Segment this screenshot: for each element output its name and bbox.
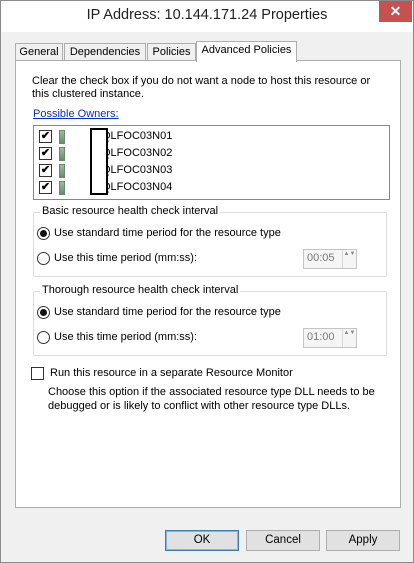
possible-owners-list[interactable]: ✔ -SQLFOC03N01 ✔ -SQLFOC03N02 ✔ -SQLFOC0… xyxy=(33,125,390,200)
cancel-button[interactable]: Cancel xyxy=(246,530,320,551)
basic-time-spinner[interactable]: 00:05 ▲▼ xyxy=(303,249,357,269)
spinner-arrows-icon[interactable]: ▲▼ xyxy=(342,250,356,268)
separate-monitor-description: Choose this option if the associated res… xyxy=(48,386,375,412)
list-item[interactable]: ✔ -SQLFOC03N03 xyxy=(34,162,389,179)
possible-owners-link[interactable]: Possible Owners: xyxy=(33,108,119,120)
owner-checkbox[interactable]: ✔ xyxy=(39,130,52,143)
basic-health-check-group: Basic resource health check interval Use… xyxy=(33,205,387,277)
tab-policies[interactable]: Policies xyxy=(147,43,196,61)
properties-dialog: IP Address: 10.144.171.24 Properties ✕ G… xyxy=(0,0,414,563)
title-bar[interactable]: IP Address: 10.144.171.24 Properties ✕ xyxy=(1,1,413,32)
owner-checkbox[interactable]: ✔ xyxy=(39,147,52,160)
ok-button[interactable]: OK xyxy=(165,530,239,551)
separate-monitor-checkbox[interactable] xyxy=(31,367,44,380)
thorough-standard-label[interactable]: Use standard time period for the resourc… xyxy=(54,306,281,318)
server-node-icon xyxy=(59,130,65,144)
thorough-time-spinner[interactable]: 01:00 ▲▼ xyxy=(303,328,357,348)
thorough-custom-radio[interactable] xyxy=(37,331,50,344)
basic-custom-label[interactable]: Use this time period (mm:ss): xyxy=(54,252,197,264)
thorough-time-value: 01:00 xyxy=(307,331,335,343)
window-title: IP Address: 10.144.171.24 Properties xyxy=(86,7,328,23)
basic-standard-radio[interactable] xyxy=(37,227,50,240)
basic-custom-radio[interactable] xyxy=(37,252,50,265)
tab-advanced-policies[interactable]: Advanced Policies xyxy=(196,41,297,62)
list-item[interactable]: ✔ -SQLFOC03N01 xyxy=(34,128,389,145)
basic-group-title: Basic resource health check interval xyxy=(40,205,221,217)
owners-description: Clear the check box if you do not want a… xyxy=(32,75,371,100)
spinner-arrows-icon[interactable]: ▲▼ xyxy=(342,329,356,347)
basic-time-value: 00:05 xyxy=(307,252,335,264)
radio-selected-dot xyxy=(40,309,47,316)
tab-general[interactable]: General xyxy=(15,43,63,61)
separate-monitor-label[interactable]: Run this resource in a separate Resource… xyxy=(50,367,293,379)
apply-button[interactable]: Apply xyxy=(326,530,400,551)
thorough-group-title: Thorough resource health check interval xyxy=(40,284,241,296)
redaction-box xyxy=(90,128,108,195)
basic-standard-label[interactable]: Use standard time period for the resourc… xyxy=(54,227,281,239)
list-item[interactable]: ✔ -SQLFOC03N02 xyxy=(34,145,389,162)
server-node-icon xyxy=(59,181,65,195)
server-node-icon xyxy=(59,164,65,178)
thorough-standard-radio[interactable] xyxy=(37,306,50,319)
owner-checkbox[interactable]: ✔ xyxy=(39,164,52,177)
tab-dependencies[interactable]: Dependencies xyxy=(64,43,146,61)
owner-checkbox[interactable]: ✔ xyxy=(39,181,52,194)
close-button[interactable]: ✕ xyxy=(379,1,412,22)
thorough-custom-label[interactable]: Use this time period (mm:ss): xyxy=(54,331,197,343)
thorough-health-check-group: Thorough resource health check interval … xyxy=(33,284,387,356)
radio-selected-dot xyxy=(40,230,47,237)
list-item[interactable]: ✔ -SQLFOC03N04 xyxy=(34,179,389,196)
advanced-policies-panel: Clear the check box if you do not want a… xyxy=(15,60,401,508)
server-node-icon xyxy=(59,147,65,161)
